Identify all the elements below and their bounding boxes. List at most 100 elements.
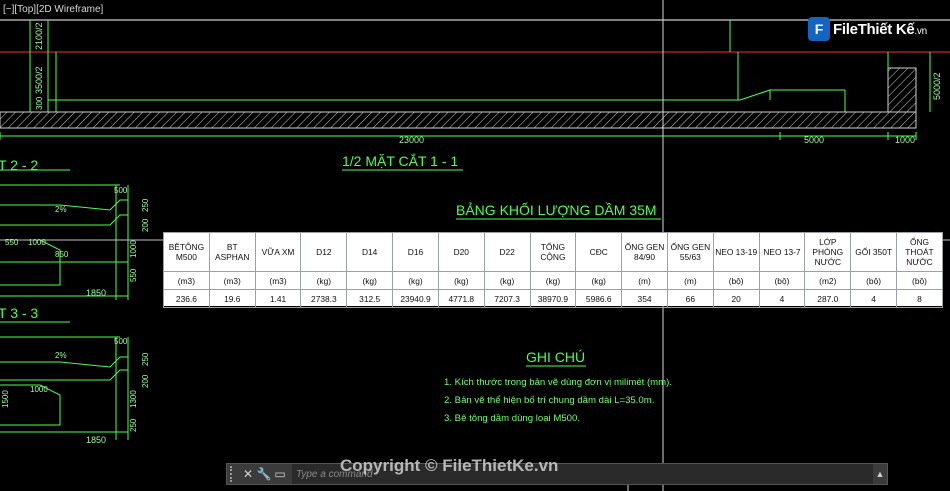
table-unit-cell: (m3)	[163, 271, 210, 290]
table-header-cell: D14	[346, 232, 394, 272]
table-value-cell: 287.0	[804, 289, 852, 308]
table-value-cell: 5986.6	[575, 289, 623, 308]
note-item: 3. Bê tông dầm dùng loại M500.	[444, 413, 581, 424]
table-unit-cell: (kg)	[392, 271, 439, 290]
dim-text: 200	[141, 218, 150, 232]
section-1-1-title: 1/2 MẶT CẮT 1 - 1	[342, 152, 458, 169]
close-icon[interactable]: ✕	[240, 467, 256, 481]
table-value-cell: 4	[850, 289, 897, 308]
table-header-cell: VỮA XM	[254, 232, 302, 272]
table-value-cell: 20	[712, 289, 760, 308]
dim-text: 5000/2	[932, 72, 942, 100]
dim-text: 1300	[129, 390, 138, 408]
site-logo: F FileThiết Kế.vn	[808, 14, 927, 44]
table-value-cell: 354	[621, 289, 668, 308]
table-unit-cell: (m)	[666, 271, 714, 290]
command-prompt-icon[interactable]: ▭	[272, 467, 288, 481]
table-value-cell: 4	[758, 289, 806, 308]
note-item: 1. Kích thước trong bản vẽ dùng đơn vị m…	[444, 377, 673, 388]
table-value-cell: 2738.3	[300, 289, 348, 308]
dim-text: 2%	[55, 205, 67, 214]
command-input[interactable]	[292, 464, 873, 484]
logo-suffix: .vn	[914, 25, 927, 37]
chevron-up-icon[interactable]: ▲	[873, 469, 887, 479]
section-2-2-title: T 2 - 2	[0, 157, 38, 173]
notes-title: GHI CHÚ	[526, 349, 585, 365]
table-header-cell: ỐNG THOÁT NƯỚC	[896, 232, 943, 272]
table-header-cell: D16	[392, 232, 439, 272]
table-unit-cell: (kg)	[483, 271, 531, 290]
table-unit-cell: (m3)	[254, 271, 302, 290]
table-header-cell: TỔNG CỘNG	[529, 232, 577, 272]
table-title: BẢNG KHỐI LƯỢNG DẦM 35M	[456, 201, 657, 218]
table-header-cell: ỐNG GEN 55/63	[666, 232, 714, 272]
table-value-cell: 1.41	[254, 289, 302, 308]
dim-text: 250	[141, 198, 150, 212]
table-header-cell: NEO 13-7	[758, 232, 806, 272]
table-header-row: BÊTÔNG M500 BT ASPHAN VỮA XM D12 D14 D16…	[163, 232, 943, 272]
table-unit-cell: (m3)	[208, 271, 256, 290]
logo-text: FileThiết Kế.vn	[833, 21, 927, 38]
dim-text: 2100/2	[34, 22, 44, 50]
table-unit-cell: (kg)	[346, 271, 394, 290]
table-unit-cell: (bộ)	[896, 271, 943, 290]
table-header-cell: D22	[483, 232, 531, 272]
logo-brand-b: Thiết Kế	[857, 20, 915, 38]
wrench-icon[interactable]: 🔧	[256, 467, 272, 481]
note-item: 2. Bản vẽ thể hiện bố trí chung dầm dài …	[444, 395, 655, 406]
dim-text: 1850	[86, 435, 106, 445]
dim-text: 500	[114, 186, 128, 195]
table-value-cell: 312.5	[346, 289, 394, 308]
dim-text: 1850	[86, 288, 106, 298]
table-header-cell: D20	[437, 232, 485, 272]
dim-text: 23000	[399, 135, 424, 145]
table-unit-cell: (m2)	[804, 271, 852, 290]
dim-text: 550	[129, 268, 138, 282]
table-value-cell: 4771.8	[437, 289, 485, 308]
table-value-cell: 23940.9	[392, 289, 439, 308]
dim-text: 850	[55, 250, 69, 259]
table-value-cell: 7207.3	[483, 289, 531, 308]
table-header-cell: D12	[300, 232, 348, 272]
table-unit-cell: (bộ)	[758, 271, 806, 290]
logo-brand-a: File	[833, 20, 858, 38]
grip-handle[interactable]	[230, 466, 240, 482]
command-line-bar: ✕ 🔧 ▭ ▲	[226, 463, 888, 485]
table-value-cell: 19.6	[208, 289, 256, 308]
table-header-cell: CĐC	[575, 232, 623, 272]
table-value-cell: 38970.9	[529, 289, 577, 308]
logo-icon: F	[808, 17, 830, 41]
section-3-3-title: T 3 - 3	[0, 305, 38, 321]
quantity-table: BÊTÔNG M500 BT ASPHAN VỮA XM D12 D14 D16…	[163, 232, 943, 308]
table-unit-cell: (bộ)	[712, 271, 760, 290]
dim-text: 250	[141, 352, 150, 366]
table-header-cell: ỐNG GEN 84/90	[621, 232, 668, 272]
viewport-label[interactable]: [−][Top][2D Wireframe]	[3, 4, 103, 15]
dim-text: 550	[5, 238, 19, 247]
table-unit-cell: (kg)	[300, 271, 348, 290]
dim-text: 1500	[1, 390, 10, 408]
dim-text: 1000	[28, 238, 46, 247]
table-header-cell: BT ASPHAN	[208, 232, 256, 272]
table-values-row: 236.6 19.6 1.41 2738.3 312.5 23940.9 477…	[163, 289, 943, 308]
table-unit-cell: (kg)	[529, 271, 577, 290]
table-unit-cell: (kg)	[575, 271, 623, 290]
table-unit-cell: (m)	[621, 271, 668, 290]
table-header-cell: GỐI 350T	[850, 232, 897, 272]
dim-text: 1000	[129, 240, 138, 258]
section-3-3-drawing	[0, 321, 129, 440]
dim-text: 300	[35, 96, 44, 110]
dim-text: 1000	[895, 135, 915, 145]
dim-text: 250	[129, 418, 138, 432]
dim-text: 2%	[55, 351, 67, 360]
table-units-row: (m3) (m3) (m3) (kg) (kg) (kg) (kg) (kg) …	[163, 271, 943, 290]
dim-text: 5000	[804, 135, 824, 145]
table-value-cell: 8	[896, 289, 943, 308]
dim-text: 200	[141, 374, 150, 388]
table-value-cell: 66	[666, 289, 714, 308]
dim-text: 1000	[30, 385, 48, 394]
notes-list: 1. Kích thước trong bản vẽ dùng đơn vị m…	[444, 374, 672, 428]
table-value-cell: 236.6	[163, 289, 210, 308]
table-header-cell: NEO 13-19	[712, 232, 760, 272]
table-header-cell: LỚP PHÒNG NƯỚC	[804, 232, 852, 272]
